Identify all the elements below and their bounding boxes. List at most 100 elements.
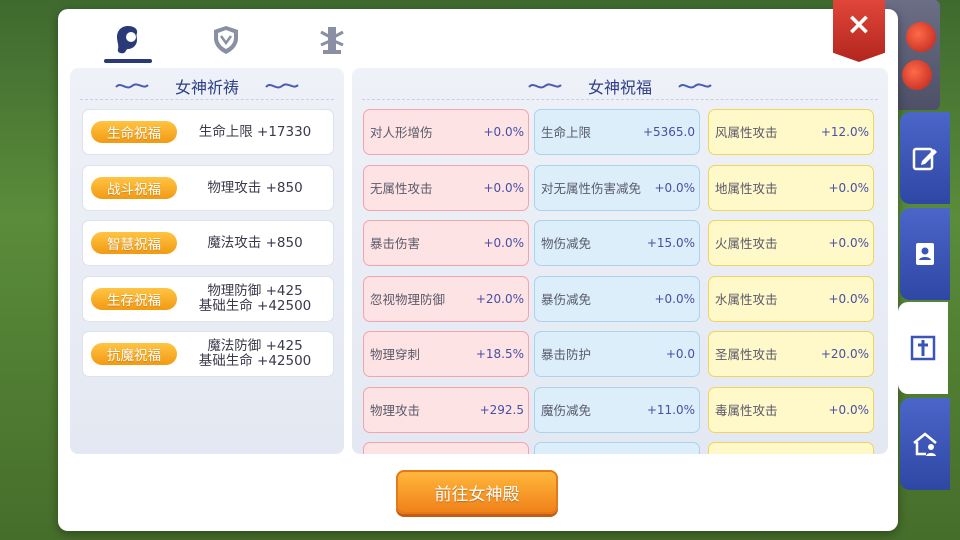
goddess-head-icon [117, 26, 138, 54]
stat-value: +0.0% [483, 125, 524, 139]
blessing-effect: 魔法防御 +425 基础生命 +42500 [177, 339, 333, 369]
tower-icon [320, 27, 344, 54]
side-tab-guild[interactable] [900, 398, 950, 490]
tab-goddess[interactable] [100, 19, 156, 63]
close-icon: × [846, 7, 872, 42]
wave-ornament-icon [115, 83, 149, 89]
stat-value: +0.0% [828, 236, 869, 250]
wave-ornament-icon [265, 83, 299, 89]
stat-value: +5365.0 [642, 125, 695, 139]
stat-name: 暴伤减免 [541, 291, 592, 307]
stat-value: +0.0% [654, 292, 695, 306]
stat-cell: 暴伤减免 +0.0% [534, 276, 700, 322]
side-tab-edit[interactable] [900, 112, 950, 204]
stat-cell: 忽视物理防御 +20.0% [363, 276, 529, 322]
stat-name: 物伤减免 [541, 235, 592, 251]
blessing-effect-line: 魔法攻击 +850 [207, 234, 303, 251]
tab-emblem[interactable] [198, 19, 254, 61]
stat-cell: 无属性攻击 +0.0% [363, 165, 529, 211]
lantern-decoration [902, 60, 932, 90]
stat-value: +292.5 [479, 403, 524, 417]
stat-name: 物理攻击 [370, 402, 421, 418]
goddess-prayer-panel: 女神祈祷 生命祝福 生命上限 +17330 战斗祝福 物理攻击 +850 智慧祝… [70, 68, 344, 454]
stat-name: 忽视物理防御 [370, 291, 446, 307]
blessing-effect-line: 物理防御 +425 [207, 283, 303, 299]
blessing-effect-line: 魔法防御 +425 [207, 338, 303, 354]
blessing-badge: 生存祝福 [91, 288, 177, 310]
blessing-row: 生命祝福 生命上限 +17330 [82, 109, 334, 155]
stat-cell: 圣属性攻击 +20.0% [708, 331, 874, 377]
blessing-badge: 战斗祝福 [91, 177, 177, 199]
wave-ornament-icon [528, 83, 562, 89]
stat-cell: 毒属性攻击 +0.0% [708, 387, 874, 433]
blessing-badge: 生命祝福 [91, 121, 177, 143]
stat-value: +11.0% [646, 403, 695, 417]
stat-name: 生命上限 [541, 124, 592, 140]
stat-cell: 地属性攻击 +0.0% [708, 165, 874, 211]
blessing-row: 战斗祝福 物理攻击 +850 [82, 165, 334, 211]
blessing-effect-line: 基础生命 +42500 [198, 353, 312, 369]
tab-tower[interactable] [304, 19, 360, 61]
side-tab-contacts[interactable] [900, 208, 950, 300]
stat-name: 风属性攻击 [715, 124, 778, 140]
stat-cell: 水属性攻击 +0.0% [708, 276, 874, 322]
blessing-row: 抗魔祝福 魔法防御 +425 基础生命 +42500 [82, 331, 334, 377]
stat-name: 无属性攻击 [370, 180, 433, 196]
prayer-title-bar: 女神祈祷 [70, 74, 344, 98]
stat-value: +0.0% [483, 236, 524, 250]
stat-cell: 对人形增伤 +0.0% [363, 109, 529, 155]
stat-cell: 物理穿刺 +18.5% [363, 331, 529, 377]
stat-name: 地属性攻击 [715, 180, 778, 196]
blessing-effect-line: 物理攻击 +850 [207, 179, 303, 196]
stat-value: +15.0% [646, 236, 695, 250]
stat-cell-partial [708, 442, 874, 454]
divider [362, 99, 878, 100]
stat-cell-partial [534, 442, 700, 454]
stat-value: +0.0% [828, 403, 869, 417]
blessing-effect-line: 生命上限 +17330 [198, 123, 312, 140]
lantern-decoration [906, 22, 936, 52]
stat-value: +0.0% [654, 181, 695, 195]
cross-icon [910, 335, 936, 361]
stat-cell: 风属性攻击 +12.0% [708, 109, 874, 155]
guild-house-icon [913, 432, 937, 456]
stat-value: +0.0% [828, 292, 869, 306]
blessing-effect-line: 基础生命 +42500 [198, 298, 312, 314]
stat-value: +12.0% [820, 125, 869, 139]
stat-cell: 对无属性伤害减免 +0.0% [534, 165, 700, 211]
side-tab-goddess[interactable] [898, 302, 948, 394]
stat-cell: 暴击防护 +0.0 [534, 331, 700, 377]
blessing-title: 女神祝福 [587, 78, 652, 97]
stat-cell: 暴击伤害 +0.0% [363, 220, 529, 266]
stat-name: 暴击伤害 [370, 235, 421, 251]
goddess-blessing-panel[interactable]: 女神祝福 对人形增伤 +0.0% 无属性攻击 +0.0% 暴击伤害 +0.0% 忽视物… [352, 68, 888, 454]
stat-value: +0.0% [828, 181, 869, 195]
stat-value: +0.0 [665, 347, 695, 361]
stat-name: 火属性攻击 [715, 235, 778, 251]
close-button[interactable]: × [833, 0, 885, 62]
stat-name: 物理穿刺 [370, 346, 421, 362]
shield-emblem-icon [214, 26, 238, 54]
stat-value: +18.5% [475, 347, 524, 361]
divider [80, 99, 334, 100]
stat-cell: 火属性攻击 +0.0% [708, 220, 874, 266]
wave-ornament-icon [678, 83, 712, 89]
stat-cell: 生命上限 +5365.0 [534, 109, 700, 155]
blessing-row: 智慧祝福 魔法攻击 +850 [82, 220, 334, 266]
stat-name: 对人形增伤 [370, 124, 433, 140]
blessing-badge: 智慧祝福 [91, 232, 177, 254]
prayer-title: 女神祈祷 [174, 78, 239, 97]
blessing-row: 生存祝福 物理防御 +425 基础生命 +42500 [82, 276, 334, 322]
stat-cell: 物理攻击 +292.5 [363, 387, 529, 433]
stat-name: 圣属性攻击 [715, 346, 778, 362]
blessing-title-bar: 女神祝福 [352, 74, 888, 98]
blessing-badge: 抗魔祝福 [91, 343, 177, 365]
stat-name: 对无属性伤害减免 [541, 180, 642, 196]
blessing-effect: 生命上限 +17330 [177, 123, 333, 140]
stat-cell-partial [363, 442, 529, 454]
go-to-temple-button[interactable]: 前往女神殿 [396, 470, 558, 514]
blessing-effect: 魔法攻击 +850 [177, 234, 333, 251]
stat-cell: 物伤减免 +15.0% [534, 220, 700, 266]
contact-book-icon [916, 243, 934, 265]
blessing-effect: 物理攻击 +850 [177, 179, 333, 196]
